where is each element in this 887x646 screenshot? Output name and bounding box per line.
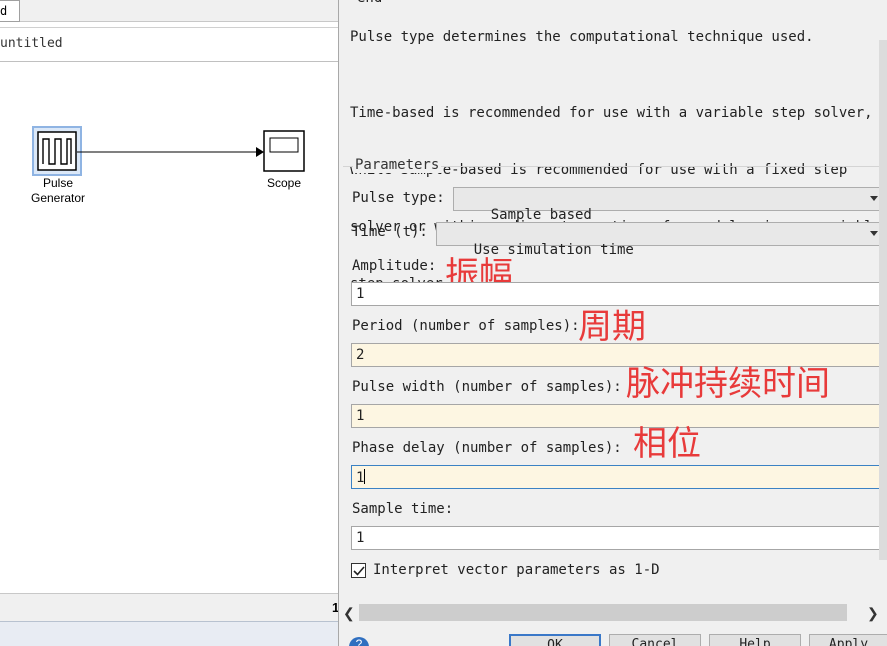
help-button[interactable]: Help	[709, 634, 801, 646]
period-annotation: 周期	[578, 307, 646, 347]
scroll-left-icon[interactable]: ❮	[343, 605, 355, 622]
checkmark-icon	[353, 566, 365, 576]
pulse-width-annotation: 脉冲持续时间	[626, 364, 830, 404]
amplitude-label: Amplitude:	[352, 258, 437, 274]
interpret-vector-label: Interpret vector parameters as 1-D	[373, 562, 660, 578]
scope-label: Scope	[266, 176, 302, 190]
scope-block[interactable]	[263, 130, 305, 172]
vertical-scrollbar[interactable]	[879, 40, 887, 560]
time-select[interactable]: Use simulation time	[436, 222, 882, 258]
taskbar-strip	[0, 621, 340, 646]
status-bar: 1	[0, 593, 340, 621]
period-label: Period (number of samples):	[352, 318, 580, 334]
pulse-generator-block[interactable]	[32, 126, 82, 176]
pulse-generator-label: Pulse Generator	[30, 176, 86, 205]
scroll-right-icon[interactable]: ❯	[867, 605, 879, 622]
model-canvas[interactable]: Pulse Generator Scope	[0, 63, 340, 593]
pulse-type-label: Pulse type:	[352, 190, 445, 206]
chevron-down-icon	[870, 231, 878, 236]
apply-button[interactable]: Apply	[809, 634, 887, 646]
block-parameters-dialog: end Pulse type determines the computatio…	[338, 0, 887, 646]
model-window: d untitled Pulse Generator Scope 1	[0, 0, 340, 646]
parameters-group-title: Parameters	[353, 157, 442, 173]
scrollbar-thumb[interactable]	[359, 604, 847, 621]
phase-delay-field[interactable]: 1	[351, 465, 887, 489]
pulse-width-label: Pulse width (number of samples):	[352, 379, 622, 395]
phase-delay-label: Phase delay (number of samples):	[352, 440, 622, 456]
model-tab[interactable]: d	[0, 0, 20, 22]
info-icon[interactable]: ?	[349, 637, 369, 646]
sample-time-field[interactable]: 1	[351, 526, 887, 550]
cancel-button[interactable]: Cancel	[609, 634, 701, 646]
text-cursor	[364, 469, 366, 484]
diagram-canvas	[32, 126, 305, 176]
breadcrumb[interactable]: untitled	[0, 27, 340, 62]
phase-delay-annotation: 相位	[633, 424, 701, 464]
description-pulse-type: Pulse type determines the computational …	[350, 29, 814, 45]
interpret-vector-checkbox[interactable]	[351, 563, 366, 578]
description-fragment: end	[357, 0, 382, 6]
ok-button[interactable]: OK	[509, 634, 601, 646]
sample-time-label: Sample time:	[352, 501, 454, 517]
time-label: Time (t):	[352, 224, 428, 240]
horizontal-scrollbar[interactable]: ❮ ❯	[339, 600, 887, 626]
pulse-width-field[interactable]: 1	[351, 404, 887, 428]
amplitude-field[interactable]: 1	[351, 282, 887, 306]
chevron-down-icon	[870, 196, 878, 201]
model-tabstrip	[20, 0, 340, 22]
pulse-type-select[interactable]: Sample based	[453, 187, 882, 223]
signal-arrowhead	[256, 147, 264, 157]
